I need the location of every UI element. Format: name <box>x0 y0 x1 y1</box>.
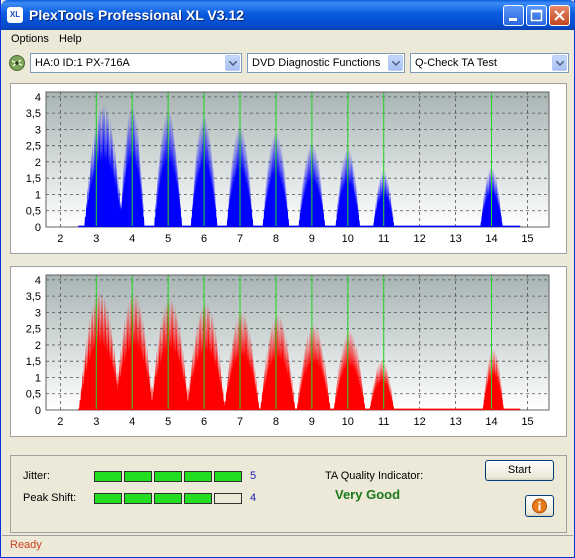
x-tick-label: 9 <box>309 233 315 245</box>
function-select-value: DVD Diagnostic Functions <box>252 57 381 69</box>
x-tick-label: 8 <box>273 233 279 245</box>
x-tick-label: 4 <box>129 233 135 245</box>
status-text: Ready <box>10 539 42 551</box>
x-tick-label: 14 <box>485 233 497 245</box>
y-tick-label: 4 <box>35 275 41 287</box>
close-button[interactable] <box>549 5 570 26</box>
y-tick-label: 0 <box>35 405 41 417</box>
start-button[interactable]: Start <box>485 460 554 481</box>
test-dropdown-button[interactable] <box>552 55 567 71</box>
jitter-value: 5 <box>250 470 257 482</box>
x-tick-label: 7 <box>237 416 243 428</box>
x-tick-label: 15 <box>521 233 533 245</box>
drive-select[interactable]: HA:0 ID:1 PX-716A <box>30 53 242 73</box>
y-tick-label: 1,5 <box>26 356 41 368</box>
bottom-chart-panel: 4 3,5 3 2,5 2 1,5 1 0,5 0 2 3 4 5 6 7 8 9 10 11 12 13 14 15 <box>10 266 567 437</box>
function-dropdown-button[interactable] <box>388 55 403 71</box>
x-tick-label: 13 <box>449 416 461 428</box>
x-tick-label: 10 <box>342 416 354 428</box>
chevron-down-icon <box>229 61 237 66</box>
top-jitter-chart: 4 3,5 3 2,5 2 1,5 1 0,5 0 2 3 4 5 6 7 8 9 10 11 12 13 14 15 <box>26 91 550 245</box>
ta-quality-label: TA Quality Indicator: <box>325 470 424 482</box>
meter-segment <box>154 471 182 482</box>
x-tick-label: 2 <box>57 233 63 245</box>
meter-segment <box>94 493 122 504</box>
disc-drive-icon <box>9 55 25 71</box>
x-tick-label: 7 <box>237 233 243 245</box>
minimize-button[interactable] <box>503 5 524 26</box>
peak-shift-value: 4 <box>250 492 257 504</box>
x-tick-label: 3 <box>93 233 99 245</box>
x-tick-label: 13 <box>449 233 461 245</box>
info-button[interactable] <box>525 495 554 517</box>
meter-segment <box>124 471 152 482</box>
test-select-value: Q-Check TA Test <box>415 57 497 69</box>
x-tick-label: 5 <box>165 233 171 245</box>
test-select[interactable]: Q-Check TA Test <box>410 53 569 73</box>
window-title: PlexTools Professional XL V3.12 <box>29 7 245 23</box>
meter-segment <box>214 493 242 504</box>
x-tick-label: 14 <box>485 416 497 428</box>
drive-select-value: HA:0 ID:1 PX-716A <box>35 57 130 69</box>
y-tick-label: 3,5 <box>26 291 41 303</box>
chevron-down-icon <box>392 61 400 66</box>
function-select[interactable]: DVD Diagnostic Functions <box>247 53 405 73</box>
y-tick-label: 2,5 <box>26 141 41 153</box>
y-tick-label: 2 <box>35 157 41 169</box>
y-tick-label: 1,5 <box>26 173 41 185</box>
y-tick-label: 0 <box>35 222 41 234</box>
x-tick-label: 11 <box>378 233 389 245</box>
menu-bar: Options Help <box>4 31 572 49</box>
meter-segment <box>154 493 182 504</box>
meter-segment <box>184 493 212 504</box>
meter-segment <box>214 471 242 482</box>
status-bar: Ready <box>2 535 573 555</box>
main-window: XL PlexTools Professional XL V3.12 Optio… <box>0 0 575 558</box>
peak-shift-label: Peak Shift: <box>23 492 77 504</box>
top-chart-panel: 4 3,5 3 2,5 2 1,5 1 0,5 0 2 3 4 5 6 7 8 9 10 11 12 13 14 15 <box>10 83 567 254</box>
meter-segment <box>184 471 212 482</box>
y-tick-label: 3,5 <box>26 108 41 120</box>
x-tick-label: 12 <box>414 233 426 245</box>
x-tick-label: 2 <box>57 416 63 428</box>
jitter-label: Jitter: <box>23 470 50 482</box>
y-tick-label: 2,5 <box>26 324 41 336</box>
meter-segment <box>124 493 152 504</box>
maximize-icon <box>530 9 543 22</box>
x-tick-label: 3 <box>93 416 99 428</box>
x-tick-label: 10 <box>342 233 354 245</box>
y-tick-label: 3 <box>35 124 41 136</box>
x-tick-label: 9 <box>309 416 315 428</box>
chevron-down-icon <box>556 61 564 66</box>
close-icon <box>554 10 565 21</box>
y-tick-label: 1 <box>35 189 41 201</box>
bottom-jitter-chart: 4 3,5 3 2,5 2 1,5 1 0,5 0 2 3 4 5 6 7 8 9 10 11 12 13 14 15 <box>26 274 550 428</box>
maximize-button[interactable] <box>526 5 547 26</box>
ta-quality-result: Very Good <box>335 487 401 502</box>
x-tick-label: 4 <box>129 416 135 428</box>
meter-segment <box>94 471 122 482</box>
y-tick-label: 2 <box>35 340 41 352</box>
x-tick-label: 5 <box>165 416 171 428</box>
info-icon <box>532 498 547 514</box>
menu-help[interactable]: Help <box>59 33 82 45</box>
minimize-icon <box>509 18 517 21</box>
y-tick-label: 1 <box>35 372 41 384</box>
y-tick-label: 3 <box>35 307 41 319</box>
y-tick-label: 4 <box>35 92 41 104</box>
x-tick-label: 6 <box>201 416 207 428</box>
title-bar[interactable]: XL PlexTools Professional XL V3.12 <box>1 0 575 30</box>
menu-options[interactable]: Options <box>11 33 49 45</box>
x-tick-label: 15 <box>521 416 533 428</box>
drive-dropdown-button[interactable] <box>225 55 240 71</box>
x-tick-label: 6 <box>201 233 207 245</box>
x-tick-label: 12 <box>414 416 426 428</box>
app-logo-icon: XL <box>7 7 23 23</box>
y-tick-label: 0,5 <box>26 206 41 218</box>
y-tick-label: 0,5 <box>26 389 41 401</box>
x-tick-label: 11 <box>378 416 389 428</box>
x-tick-label: 8 <box>273 416 279 428</box>
